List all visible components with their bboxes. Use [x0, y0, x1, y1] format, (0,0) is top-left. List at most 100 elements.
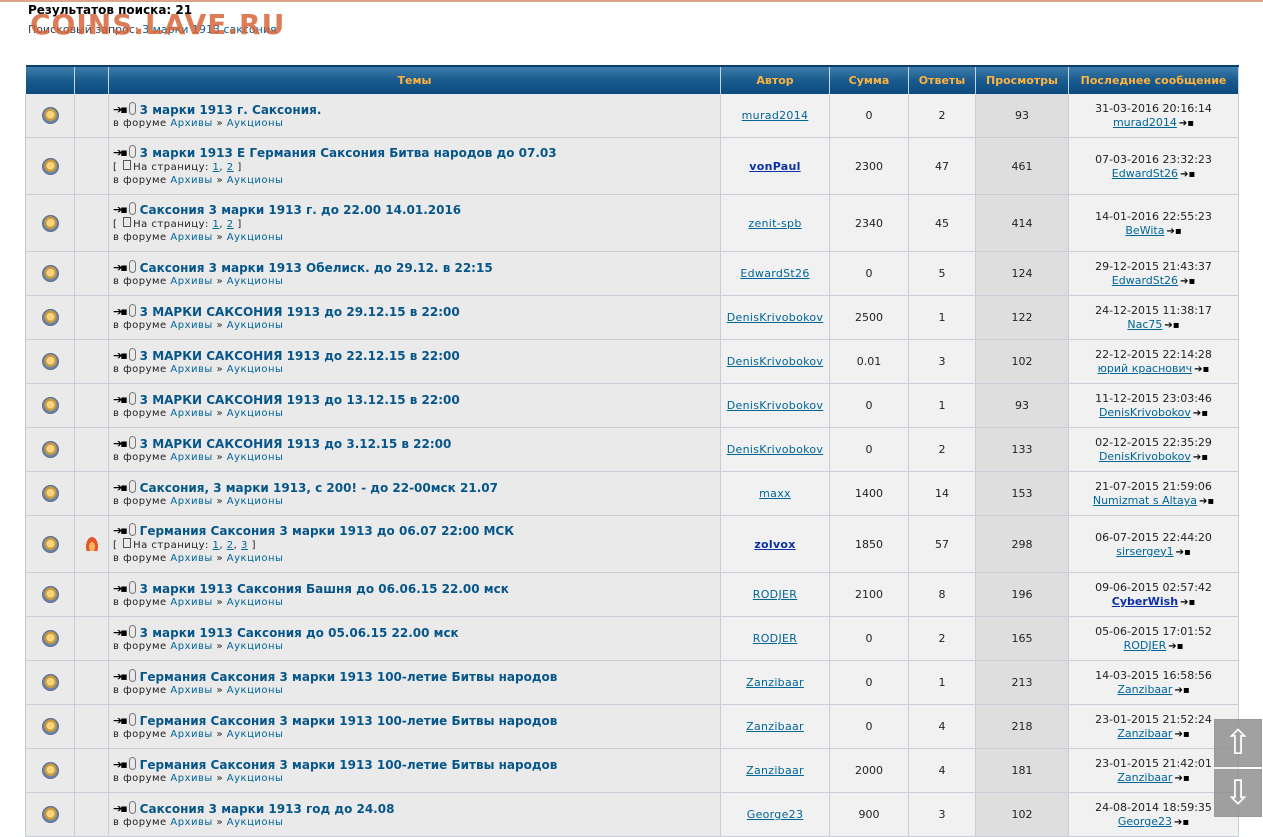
goto-post-icon[interactable]: ➔▪	[113, 305, 128, 319]
goto-post-icon[interactable]: ➔▪	[113, 524, 128, 538]
topic-title-link[interactable]: Саксония 3 марки 1913 Обелиск. до 29.12.…	[140, 261, 493, 275]
last-post-user[interactable]: RODJER	[1124, 639, 1167, 652]
view-latest-post-icon[interactable]: ➔▪	[1176, 547, 1191, 558]
forum-link-archive[interactable]: Архивы	[170, 553, 212, 564]
view-latest-post-icon[interactable]: ➔▪	[1174, 729, 1189, 740]
view-latest-post-icon[interactable]: ➔▪	[1174, 685, 1189, 696]
view-latest-post-icon[interactable]: ➔▪	[1168, 641, 1183, 652]
forum-link-archive[interactable]: Архивы	[170, 232, 212, 243]
last-post-user[interactable]: Zanzibaar	[1117, 727, 1172, 740]
goto-post-icon[interactable]: ➔▪	[113, 349, 128, 363]
view-latest-post-icon[interactable]: ➔▪	[1174, 773, 1189, 784]
last-post-user[interactable]: Nac75	[1127, 318, 1162, 331]
topic-title-link[interactable]: Германия Саксония 3 марки 1913 до 06.07 …	[140, 524, 514, 538]
last-post-user[interactable]: DenisKrivobokov	[1099, 406, 1191, 419]
forum-link-archive[interactable]: Архивы	[170, 452, 212, 463]
forum-link-auctions[interactable]: Аукционы	[227, 276, 284, 287]
forum-link-auctions[interactable]: Аукционы	[227, 408, 284, 419]
author-link[interactable]: Zanzibaar	[746, 676, 804, 689]
author-link[interactable]: Zanzibaar	[746, 764, 804, 777]
forum-link-auctions[interactable]: Аукционы	[227, 773, 284, 784]
forum-link-auctions[interactable]: Аукционы	[227, 553, 284, 564]
author-link[interactable]: Zanzibaar	[746, 720, 804, 733]
forum-link-auctions[interactable]: Аукционы	[227, 729, 284, 740]
goto-post-icon[interactable]: ➔▪	[113, 802, 128, 816]
topic-title-link[interactable]: Германия Саксония 3 марки 1913 100-летие…	[140, 670, 558, 684]
topic-title-link[interactable]: Саксония 3 марки 1913 г. до 22.00 14.01.…	[140, 203, 462, 217]
topic-title-link[interactable]: 3 МАРКИ САКСОНИЯ 1913 до 3.12.15 в 22:00	[140, 437, 452, 451]
forum-link-archive[interactable]: Архивы	[170, 597, 212, 608]
topic-title-link[interactable]: 3 марки 1913 г. Саксония.	[140, 103, 322, 117]
goto-post-icon[interactable]: ➔▪	[113, 582, 128, 596]
forum-link-archive[interactable]: Архивы	[170, 364, 212, 375]
author-link[interactable]: DenisKrivobokov	[727, 355, 823, 368]
page-link[interactable]: 2	[227, 219, 234, 230]
author-link[interactable]: DenisKrivobokov	[727, 443, 823, 456]
author-link[interactable]: zolvox	[754, 538, 795, 551]
forum-link-auctions[interactable]: Аукционы	[227, 452, 284, 463]
last-post-user[interactable]: Zanzibaar	[1117, 683, 1172, 696]
forum-link-archive[interactable]: Архивы	[170, 641, 212, 652]
topic-title-link[interactable]: 3 марки 1913 Саксония до 05.06.15 22.00 …	[140, 626, 459, 640]
topic-title-link[interactable]: 3 МАРКИ САКСОНИЯ 1913 до 22.12.15 в 22:0…	[140, 349, 460, 363]
goto-post-icon[interactable]: ➔▪	[113, 437, 128, 451]
topic-title-link[interactable]: 3 марки 1913 E Германия Саксония Битва н…	[140, 146, 557, 160]
author-link[interactable]: RODJER	[753, 588, 797, 601]
view-latest-post-icon[interactable]: ➔▪	[1180, 276, 1195, 287]
view-latest-post-icon[interactable]: ➔▪	[1193, 452, 1208, 463]
last-post-user[interactable]: EdwardSt26	[1112, 167, 1178, 180]
topic-title-link[interactable]: Саксония, 3 марки 1913, с 200! - до 22-0…	[140, 481, 498, 495]
forum-link-auctions[interactable]: Аукционы	[227, 118, 284, 129]
goto-post-icon[interactable]: ➔▪	[113, 714, 128, 728]
page-link[interactable]: 3	[241, 540, 248, 551]
last-post-user[interactable]: Zanzibaar	[1117, 771, 1172, 784]
author-link[interactable]: maxx	[759, 487, 791, 500]
forum-link-auctions[interactable]: Аукционы	[227, 641, 284, 652]
page-link[interactable]: 1	[213, 540, 220, 551]
goto-post-icon[interactable]: ➔▪	[113, 393, 128, 407]
view-latest-post-icon[interactable]: ➔▪	[1193, 408, 1208, 419]
page-link[interactable]: 2	[227, 540, 234, 551]
view-latest-post-icon[interactable]: ➔▪	[1180, 597, 1195, 608]
last-post-user[interactable]: DenisKrivobokov	[1099, 450, 1191, 463]
forum-link-auctions[interactable]: Аукционы	[227, 175, 284, 186]
last-post-user[interactable]: BeWita	[1125, 224, 1164, 237]
view-latest-post-icon[interactable]: ➔▪	[1180, 169, 1195, 180]
topic-title-link[interactable]: Германия Саксония 3 марки 1913 100-летие…	[140, 758, 558, 772]
forum-link-archive[interactable]: Архивы	[170, 773, 212, 784]
last-post-user[interactable]: Numizmat s Altaya	[1093, 494, 1197, 507]
topic-title-link[interactable]: 3 МАРКИ САКСОНИЯ 1913 до 13.12.15 в 22:0…	[140, 393, 460, 407]
goto-post-icon[interactable]: ➔▪	[113, 203, 128, 217]
forum-link-auctions[interactable]: Аукционы	[227, 232, 284, 243]
author-link[interactable]: EdwardSt26	[740, 267, 809, 280]
page-link[interactable]: 1	[213, 219, 220, 230]
goto-post-icon[interactable]: ➔▪	[113, 103, 128, 117]
view-latest-post-icon[interactable]: ➔▪	[1174, 817, 1189, 828]
forum-link-auctions[interactable]: Аукционы	[227, 597, 284, 608]
page-link[interactable]: 1	[213, 162, 220, 173]
last-post-user[interactable]: sirsergey1	[1116, 545, 1173, 558]
forum-link-archive[interactable]: Архивы	[170, 408, 212, 419]
last-post-user[interactable]: EdwardSt26	[1112, 274, 1178, 287]
goto-post-icon[interactable]: ➔▪	[113, 261, 128, 275]
forum-link-archive[interactable]: Архивы	[170, 685, 212, 696]
view-latest-post-icon[interactable]: ➔▪	[1194, 364, 1209, 375]
topic-title-link[interactable]: Германия Саксония 3 марки 1913 100-летие…	[140, 714, 558, 728]
topic-title-link[interactable]: Саксония 3 марки 1913 год до 24.08	[140, 802, 395, 816]
author-link[interactable]: DenisKrivobokov	[727, 311, 823, 324]
author-link[interactable]: zenit-spb	[748, 217, 801, 230]
author-link[interactable]: George23	[747, 808, 804, 821]
forum-link-auctions[interactable]: Аукционы	[227, 496, 284, 507]
author-link[interactable]: murad2014	[742, 109, 809, 122]
scroll-down-button[interactable]: ⇩	[1214, 769, 1262, 817]
last-post-user[interactable]: CyberWish	[1112, 595, 1178, 608]
forum-link-archive[interactable]: Архивы	[170, 118, 212, 129]
forum-link-archive[interactable]: Архивы	[170, 175, 212, 186]
page-link[interactable]: 2	[227, 162, 234, 173]
forum-link-archive[interactable]: Архивы	[170, 496, 212, 507]
view-latest-post-icon[interactable]: ➔▪	[1166, 226, 1181, 237]
view-latest-post-icon[interactable]: ➔▪	[1199, 496, 1214, 507]
author-link[interactable]: DenisKrivobokov	[727, 399, 823, 412]
goto-post-icon[interactable]: ➔▪	[113, 670, 128, 684]
forum-link-archive[interactable]: Архивы	[170, 729, 212, 740]
